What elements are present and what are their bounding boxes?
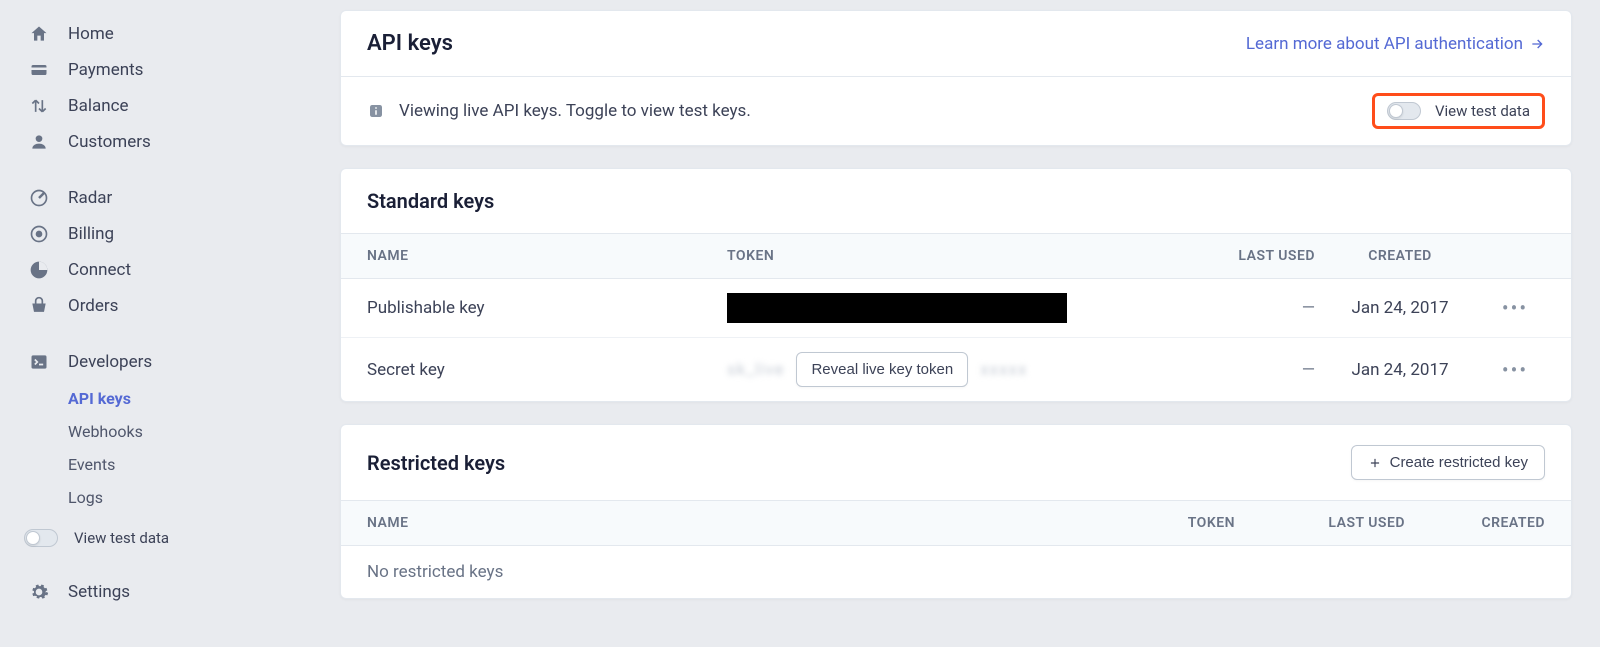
arrow-right-icon bbox=[1529, 36, 1545, 52]
plus-icon bbox=[1368, 456, 1382, 470]
sidebar-item-label: Billing bbox=[68, 224, 114, 244]
restricted-table-head: NAME TOKEN LAST USED CREATED bbox=[341, 500, 1571, 546]
col-token: TOKEN bbox=[1095, 515, 1235, 531]
sidebar-item-orders[interactable]: Orders bbox=[0, 288, 330, 324]
blurred-token-prefix: sk_live bbox=[727, 360, 784, 380]
key-name: Publishable key bbox=[367, 298, 727, 318]
customers-icon bbox=[28, 131, 50, 153]
key-created: Jan 24, 2017 bbox=[1315, 360, 1485, 380]
col-name: NAME bbox=[367, 515, 1095, 531]
restricted-keys-card: Restricted keys Create restricted key NA… bbox=[340, 424, 1572, 599]
balance-icon bbox=[28, 95, 50, 117]
standard-table-head: NAME TOKEN LAST USED CREATED bbox=[341, 233, 1571, 279]
sidebar-item-label: Balance bbox=[68, 96, 129, 116]
blurred-token-suffix: xxxxx bbox=[980, 360, 1027, 380]
info-icon bbox=[367, 102, 385, 120]
sidebar-item-home[interactable]: Home bbox=[0, 16, 330, 52]
sidebar-view-test-label: View test data bbox=[74, 529, 169, 547]
sidebar-item-developers[interactable]: Developers bbox=[0, 344, 330, 380]
table-row: Secret key sk_live Reveal live key token… bbox=[341, 338, 1571, 401]
sidebar-item-customers[interactable]: Customers bbox=[0, 124, 330, 160]
reveal-token-button[interactable]: Reveal live key token bbox=[796, 352, 968, 387]
sidebar: Home Payments Balance Customers bbox=[0, 0, 330, 647]
row-actions-button[interactable]: ••• bbox=[1485, 296, 1545, 320]
toggle-switch-icon[interactable] bbox=[24, 529, 58, 547]
main-content: API keys Learn more about API authentica… bbox=[330, 0, 1600, 647]
sidebar-item-label: Radar bbox=[68, 188, 112, 208]
sidebar-item-label: Connect bbox=[68, 260, 131, 280]
col-name: NAME bbox=[367, 248, 727, 264]
table-row: Publishable key — Jan 24, 2017 ••• bbox=[341, 279, 1571, 338]
standard-keys-card: Standard keys NAME TOKEN LAST USED CREAT… bbox=[340, 168, 1572, 402]
subnav-webhooks[interactable]: Webhooks bbox=[68, 417, 330, 446]
col-last-used: LAST USED bbox=[1235, 515, 1405, 531]
banner-toggle-label: View test data bbox=[1435, 102, 1530, 120]
subnav-events[interactable]: Events bbox=[68, 450, 330, 479]
redacted-token bbox=[727, 293, 1067, 323]
sidebar-item-label: Settings bbox=[68, 582, 130, 602]
sidebar-item-label: Customers bbox=[68, 132, 151, 152]
learn-more-link[interactable]: Learn more about API authentication bbox=[1246, 34, 1545, 54]
subnav-api-keys[interactable]: API keys bbox=[68, 384, 330, 413]
home-icon bbox=[28, 23, 50, 45]
banner-toggle[interactable] bbox=[1387, 102, 1421, 120]
key-name: Secret key bbox=[367, 360, 727, 380]
col-created: CREATED bbox=[1405, 515, 1545, 531]
key-last-used: — bbox=[1185, 298, 1315, 318]
col-token: TOKEN bbox=[727, 248, 1185, 264]
api-keys-header-card: API keys Learn more about API authentica… bbox=[340, 10, 1572, 146]
page-title: API keys bbox=[367, 31, 453, 56]
sidebar-item-balance[interactable]: Balance bbox=[0, 88, 330, 124]
col-last-used: LAST USED bbox=[1185, 248, 1315, 264]
col-created: CREATED bbox=[1315, 248, 1485, 264]
payments-icon bbox=[28, 59, 50, 81]
sidebar-item-label: Orders bbox=[68, 296, 118, 316]
orders-icon bbox=[28, 295, 50, 317]
restricted-keys-title: Restricted keys bbox=[367, 451, 505, 475]
banner-text: Viewing live API keys. Toggle to view te… bbox=[399, 101, 751, 121]
sidebar-item-payments[interactable]: Payments bbox=[0, 52, 330, 88]
subnav-logs[interactable]: Logs bbox=[68, 483, 330, 512]
key-created: Jan 24, 2017 bbox=[1315, 298, 1485, 318]
billing-icon bbox=[28, 223, 50, 245]
sidebar-item-radar[interactable]: Radar bbox=[0, 180, 330, 216]
create-restricted-key-button[interactable]: Create restricted key bbox=[1351, 445, 1545, 480]
sidebar-item-settings[interactable]: Settings bbox=[0, 574, 330, 610]
key-last-used: — bbox=[1185, 360, 1315, 380]
sidebar-item-label: Payments bbox=[68, 60, 143, 80]
standard-keys-title: Standard keys bbox=[367, 189, 494, 213]
sidebar-item-label: Developers bbox=[68, 352, 152, 372]
test-data-banner: Viewing live API keys. Toggle to view te… bbox=[341, 76, 1571, 145]
restricted-empty-state: No restricted keys bbox=[341, 546, 1571, 598]
sidebar-item-label: Home bbox=[68, 24, 114, 44]
sidebar-item-billing[interactable]: Billing bbox=[0, 216, 330, 252]
sidebar-item-connect[interactable]: Connect bbox=[0, 252, 330, 288]
sidebar-view-test-toggle[interactable]: View test data bbox=[0, 522, 330, 554]
connect-icon bbox=[28, 259, 50, 281]
terminal-icon bbox=[28, 351, 50, 373]
view-test-data-highlight: View test data bbox=[1372, 93, 1545, 129]
radar-icon bbox=[28, 187, 50, 209]
gear-icon bbox=[28, 581, 50, 603]
row-actions-button[interactable]: ••• bbox=[1485, 358, 1545, 382]
